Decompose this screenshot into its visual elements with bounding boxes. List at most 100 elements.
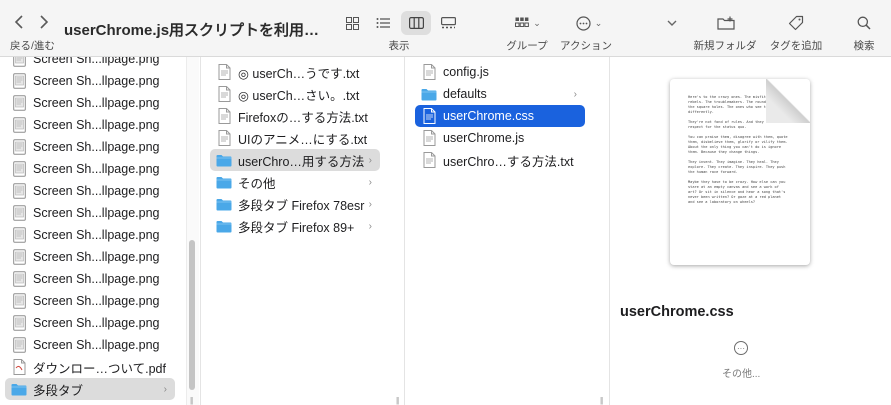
- file-item[interactable]: userChro…する方法.txt: [415, 149, 585, 171]
- forward-button[interactable]: [34, 12, 54, 32]
- file-item[interactable]: Screen Sh...llpage.png: [5, 290, 175, 312]
- chevron-right-icon: [40, 15, 49, 29]
- item-label: その他: [238, 176, 276, 191]
- file-item[interactable]: ◎ userCh…さい。.txt: [210, 83, 380, 105]
- page-curl: [766, 79, 810, 123]
- item-label: Screen Sh...llpage.png: [33, 294, 160, 308]
- image-file-icon: [11, 161, 27, 177]
- folder-item[interactable]: userChro…用する方法 ›: [210, 149, 380, 171]
- file-item[interactable]: userChrome.js: [415, 127, 585, 149]
- new-folder-label: 新規フォルダ: [693, 40, 757, 52]
- file-item[interactable]: ◎ userCh…うです.txt: [210, 61, 380, 83]
- columns-icon: [408, 17, 424, 29]
- file-item[interactable]: UIのアニメ…にする.txt: [210, 127, 380, 149]
- new-folder-button[interactable]: [715, 11, 737, 35]
- file-item[interactable]: Screen Sh...llpage.png: [5, 202, 175, 224]
- file-item[interactable]: Screen Sh...llpage.png: [5, 224, 175, 246]
- folder-icon: [216, 196, 232, 212]
- preview-pane: Here's to the crazy ones. The misfits. T…: [610, 57, 891, 405]
- back-button[interactable]: [9, 12, 29, 32]
- file-item[interactable]: Screen Sh...llpage.png: [5, 180, 175, 202]
- chevron-right-icon: ›: [573, 88, 577, 100]
- image-file-icon: [11, 315, 27, 331]
- item-label: userChrome.js: [443, 131, 525, 145]
- item-label: defaults: [443, 87, 487, 101]
- item-label: userChro…用する方法: [238, 154, 365, 169]
- folder-item[interactable]: 多段タブ ›: [5, 378, 175, 400]
- icon-view-button[interactable]: [341, 11, 363, 35]
- document-thumbnail[interactable]: Here's to the crazy ones. The misfits. T…: [670, 79, 810, 265]
- file-item[interactable]: Firefoxの…する方法.txt: [210, 105, 380, 127]
- folder-icon: [421, 86, 437, 102]
- gallery-view-button[interactable]: [437, 11, 459, 35]
- item-label: Screen Sh...llpage.png: [33, 338, 160, 352]
- folder-icon: [216, 218, 232, 234]
- file-item[interactable]: Screen Sh...llpage.png: [5, 92, 175, 114]
- item-label: Screen Sh...llpage.png: [33, 96, 160, 110]
- file-item[interactable]: Screen Sh...llpage.png: [5, 334, 175, 356]
- scrollbar-thumb[interactable]: [189, 240, 195, 390]
- item-label: Screen Sh...llpage.png: [33, 162, 160, 176]
- item-label: Firefoxの…する方法.txt: [238, 110, 368, 125]
- chevron-right-icon: ›: [368, 154, 372, 166]
- folder-icon: [11, 381, 27, 397]
- item-label: 多段タブ Firefox 78esr: [238, 198, 365, 213]
- more-label[interactable]: その他...: [722, 365, 760, 380]
- image-file-icon: [11, 293, 27, 309]
- column-resize-handle[interactable]: ||: [600, 396, 603, 405]
- file-item[interactable]: Screen Sh...llpage.png: [5, 312, 175, 334]
- folder-item[interactable]: その他 ›: [210, 171, 380, 193]
- new-folder-icon: [717, 16, 735, 30]
- action-button[interactable]: ⌄: [571, 11, 607, 35]
- file-item[interactable]: Screen Sh...llpage.png: [5, 57, 175, 70]
- file-item[interactable]: Screen Sh...llpage.png: [5, 268, 175, 290]
- item-label: Screen Sh...llpage.png: [33, 250, 160, 264]
- search-icon: [857, 16, 871, 30]
- column-resize-handle[interactable]: ||: [190, 396, 193, 405]
- item-label: ◎ userCh…うです.txt: [238, 66, 360, 81]
- item-label: Screen Sh...llpage.png: [33, 74, 160, 88]
- item-label: config.js: [443, 65, 489, 79]
- search-button[interactable]: [853, 11, 875, 35]
- chevron-down-icon: [667, 20, 677, 26]
- item-label: 多段タブ Firefox 89+: [238, 220, 355, 235]
- item-label: Screen Sh...llpage.png: [33, 206, 160, 220]
- image-file-icon: [11, 139, 27, 155]
- item-label: Screen Sh...llpage.png: [33, 316, 160, 330]
- list-view-button[interactable]: [372, 11, 394, 35]
- column-view-button[interactable]: [401, 11, 431, 35]
- group-button[interactable]: ⌄: [510, 11, 546, 35]
- item-label: Screen Sh...llpage.png: [33, 57, 160, 66]
- folder-item[interactable]: 多段タブ Firefox 89+ ›: [210, 215, 380, 237]
- add-tag-button[interactable]: [785, 11, 807, 35]
- text-file-icon: [421, 64, 437, 80]
- toolbar-overflow-button[interactable]: [662, 11, 682, 35]
- image-file-icon: [11, 117, 27, 133]
- ellipsis-circle-icon: [576, 15, 591, 31]
- list-icon: [376, 18, 390, 28]
- item-label: Screen Sh...llpage.png: [33, 272, 160, 286]
- file-item[interactable]: ダウンロー…ついて.pdf: [5, 356, 175, 378]
- view-label: 表示: [388, 40, 410, 52]
- folder-item[interactable]: defaults ›: [415, 83, 585, 105]
- ellipsis-icon: ···: [737, 343, 745, 353]
- image-file-icon: [11, 95, 27, 111]
- file-item[interactable]: Screen Sh...llpage.png: [5, 158, 175, 180]
- folder-item[interactable]: 多段タブ Firefox 78esr ›: [210, 193, 380, 215]
- file-item[interactable]: Screen Sh...llpage.png: [5, 246, 175, 268]
- file-item[interactable]: config.js: [415, 61, 585, 83]
- text-file-icon: [216, 86, 232, 102]
- folder-icon: [216, 152, 232, 168]
- column-resize-handle[interactable]: ||: [396, 396, 399, 405]
- item-label: 多段タブ: [33, 383, 84, 398]
- chevron-down-icon: ⌄: [533, 17, 541, 28]
- more-button[interactable]: ···: [734, 341, 748, 355]
- file-item[interactable]: Screen Sh...llpage.png: [5, 114, 175, 136]
- file-item[interactable]: userChrome.css: [415, 105, 585, 127]
- item-label: userChro…する方法.txt: [443, 154, 574, 169]
- item-label: Screen Sh...llpage.png: [33, 184, 160, 198]
- item-label: userChrome.css: [443, 109, 534, 123]
- file-item[interactable]: Screen Sh...llpage.png: [5, 136, 175, 158]
- file-item[interactable]: Screen Sh...llpage.png: [5, 70, 175, 92]
- text-file-icon: [216, 108, 232, 124]
